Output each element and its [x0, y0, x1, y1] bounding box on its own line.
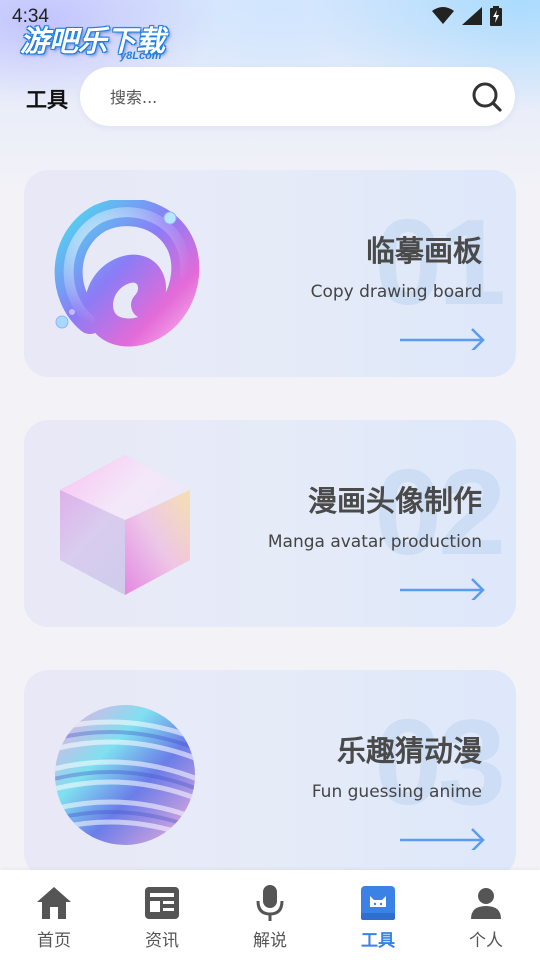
home-icon: [34, 884, 74, 922]
user-icon: [466, 884, 506, 922]
bottom-tab-bar: 首页 资讯 解说 工具 个人: [0, 870, 540, 960]
signal-icon: [462, 7, 482, 25]
tab-label: 个人: [469, 931, 503, 951]
tab-commentary[interactable]: 解说: [216, 870, 324, 960]
cube-3d-icon: [60, 455, 190, 595]
tab-label: 首页: [37, 931, 71, 951]
card-subtitle: Copy drawing board: [310, 282, 482, 302]
tab-tools[interactable]: 工具: [324, 870, 432, 960]
search-bar[interactable]: [80, 67, 515, 126]
arrow-right-icon: [400, 578, 485, 600]
search-input[interactable]: [110, 83, 450, 111]
tab-home[interactable]: 首页: [0, 870, 108, 960]
tab-label: 解说: [253, 931, 287, 951]
card-title: 漫画头像制作: [307, 484, 482, 518]
news-icon: [142, 884, 182, 922]
arrow-right-icon: [400, 328, 485, 350]
app-logo: 游吧乐下载 y8Lcom: [20, 14, 190, 66]
status-icons: [432, 6, 502, 26]
microphone-icon: [250, 884, 290, 922]
tool-card-copy-drawing-board[interactable]: 01 临摹画板 Copy drawing board: [24, 170, 516, 377]
swirl-3d-icon: [54, 200, 200, 347]
tab-news[interactable]: 资讯: [108, 870, 216, 960]
search-icon[interactable]: [471, 81, 503, 113]
battery-icon: [490, 6, 502, 26]
tab-label: 资讯: [145, 931, 179, 951]
card-subtitle: Manga avatar production: [267, 532, 482, 552]
card-title: 临摹画板: [365, 234, 482, 268]
wifi-icon: [432, 7, 454, 24]
tool-card-manga-avatar[interactable]: 02 漫画头像制作 Manga avatar production: [24, 420, 516, 627]
tab-profile[interactable]: 个人: [432, 870, 540, 960]
sphere-3d-icon: [55, 705, 195, 845]
card-title: 乐趣猜动漫: [336, 734, 482, 768]
arrow-right-icon: [400, 828, 485, 850]
toolbox-icon: [358, 884, 398, 922]
logo-subtext: y8Lcom: [120, 50, 162, 62]
page-title: 工具: [26, 88, 68, 112]
tab-label: 工具: [361, 931, 395, 951]
tool-card-fun-guessing-anime[interactable]: 03 乐趣猜动漫 Fun guessing anime: [24, 670, 516, 877]
card-subtitle: Fun guessing anime: [311, 782, 482, 802]
